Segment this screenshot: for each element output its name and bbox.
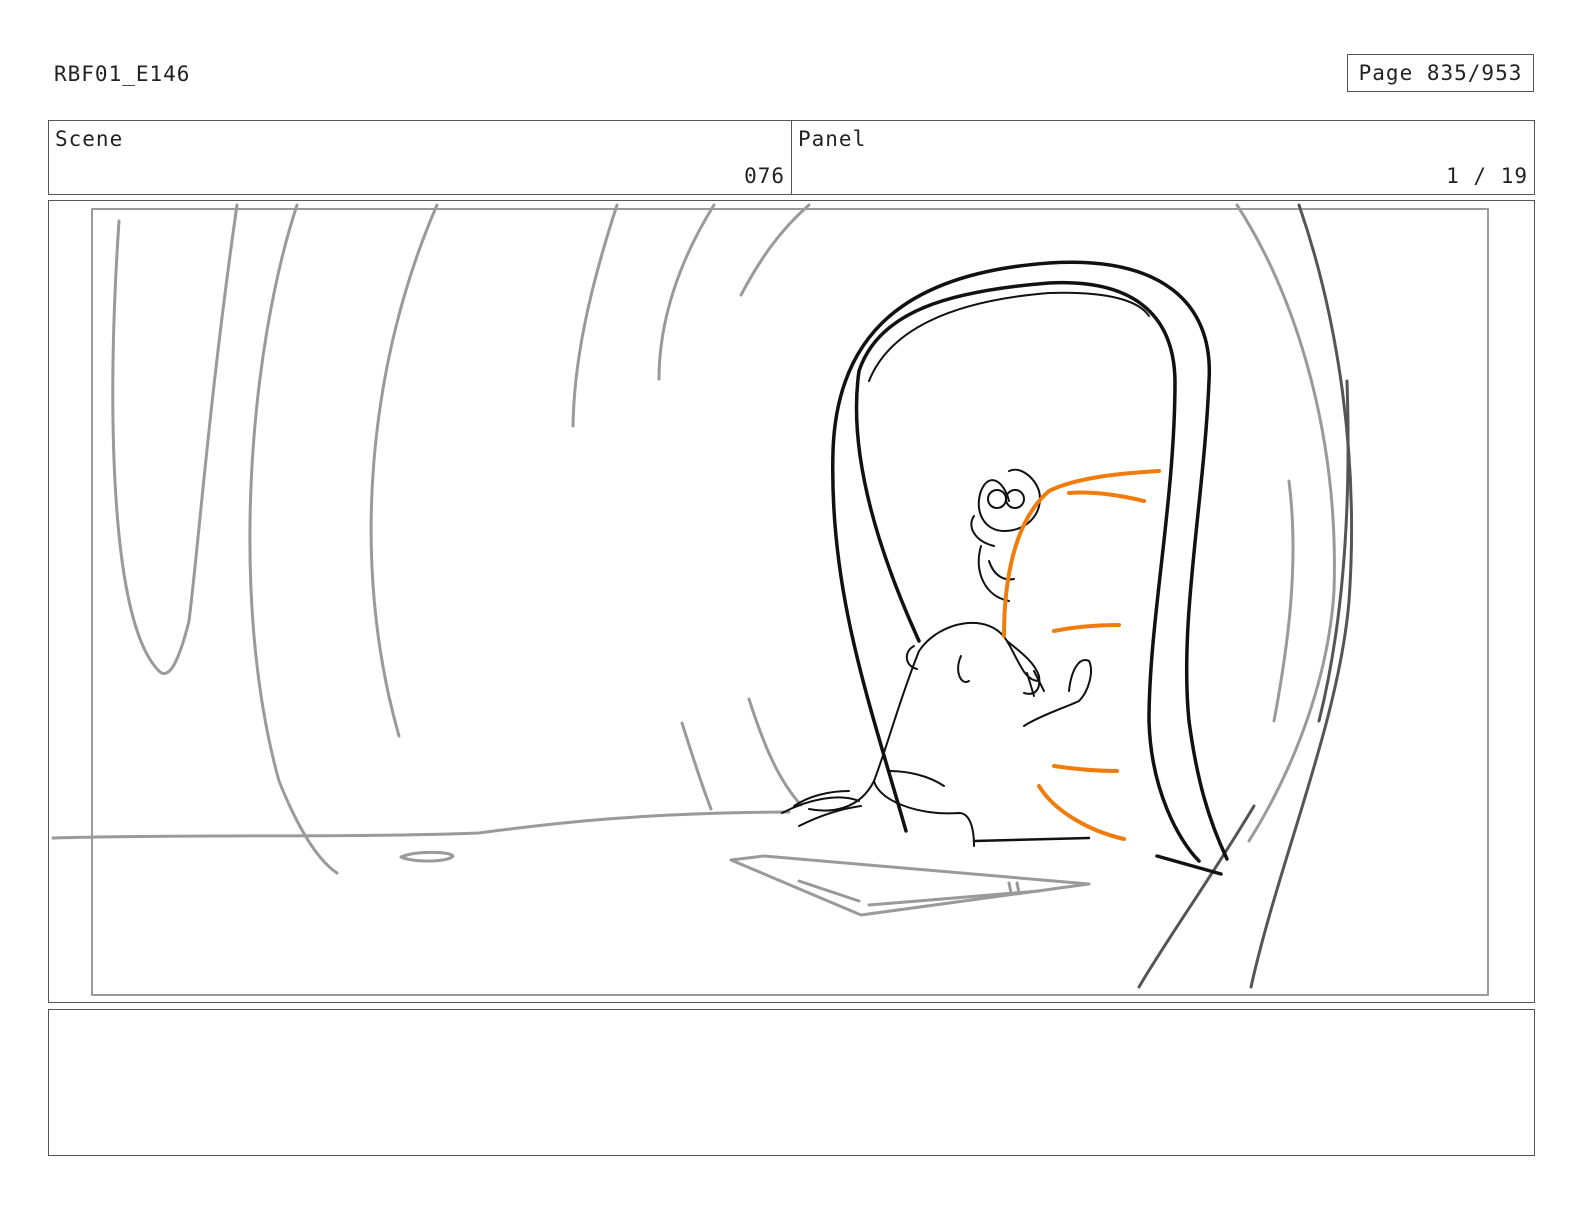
project-code: RBF01_E146 — [54, 62, 191, 86]
background-strokes — [51, 203, 1336, 917]
panel-notes[interactable] — [48, 1009, 1535, 1156]
storyboard-sketch — [51, 203, 1489, 996]
panel-label: Panel — [798, 127, 867, 151]
scene-label: Scene — [55, 127, 124, 151]
characters — [781, 468, 1092, 847]
storyboard-panel — [48, 200, 1535, 1003]
panel-cell: Panel 1 / 19 — [791, 121, 1534, 194]
safe-area-frame — [91, 208, 1489, 996]
scene-number: 076 — [744, 164, 785, 188]
panel-number: 1 / 19 — [1446, 164, 1528, 188]
accent-strokes — [1002, 469, 1161, 841]
foreground-trunk — [1137, 203, 1354, 989]
scene-panel-info: Scene 076 Panel 1 / 19 — [48, 120, 1535, 195]
doorway — [830, 260, 1229, 876]
scene-cell: Scene 076 — [49, 121, 791, 194]
page-number: Page 835/953 — [1347, 54, 1534, 92]
